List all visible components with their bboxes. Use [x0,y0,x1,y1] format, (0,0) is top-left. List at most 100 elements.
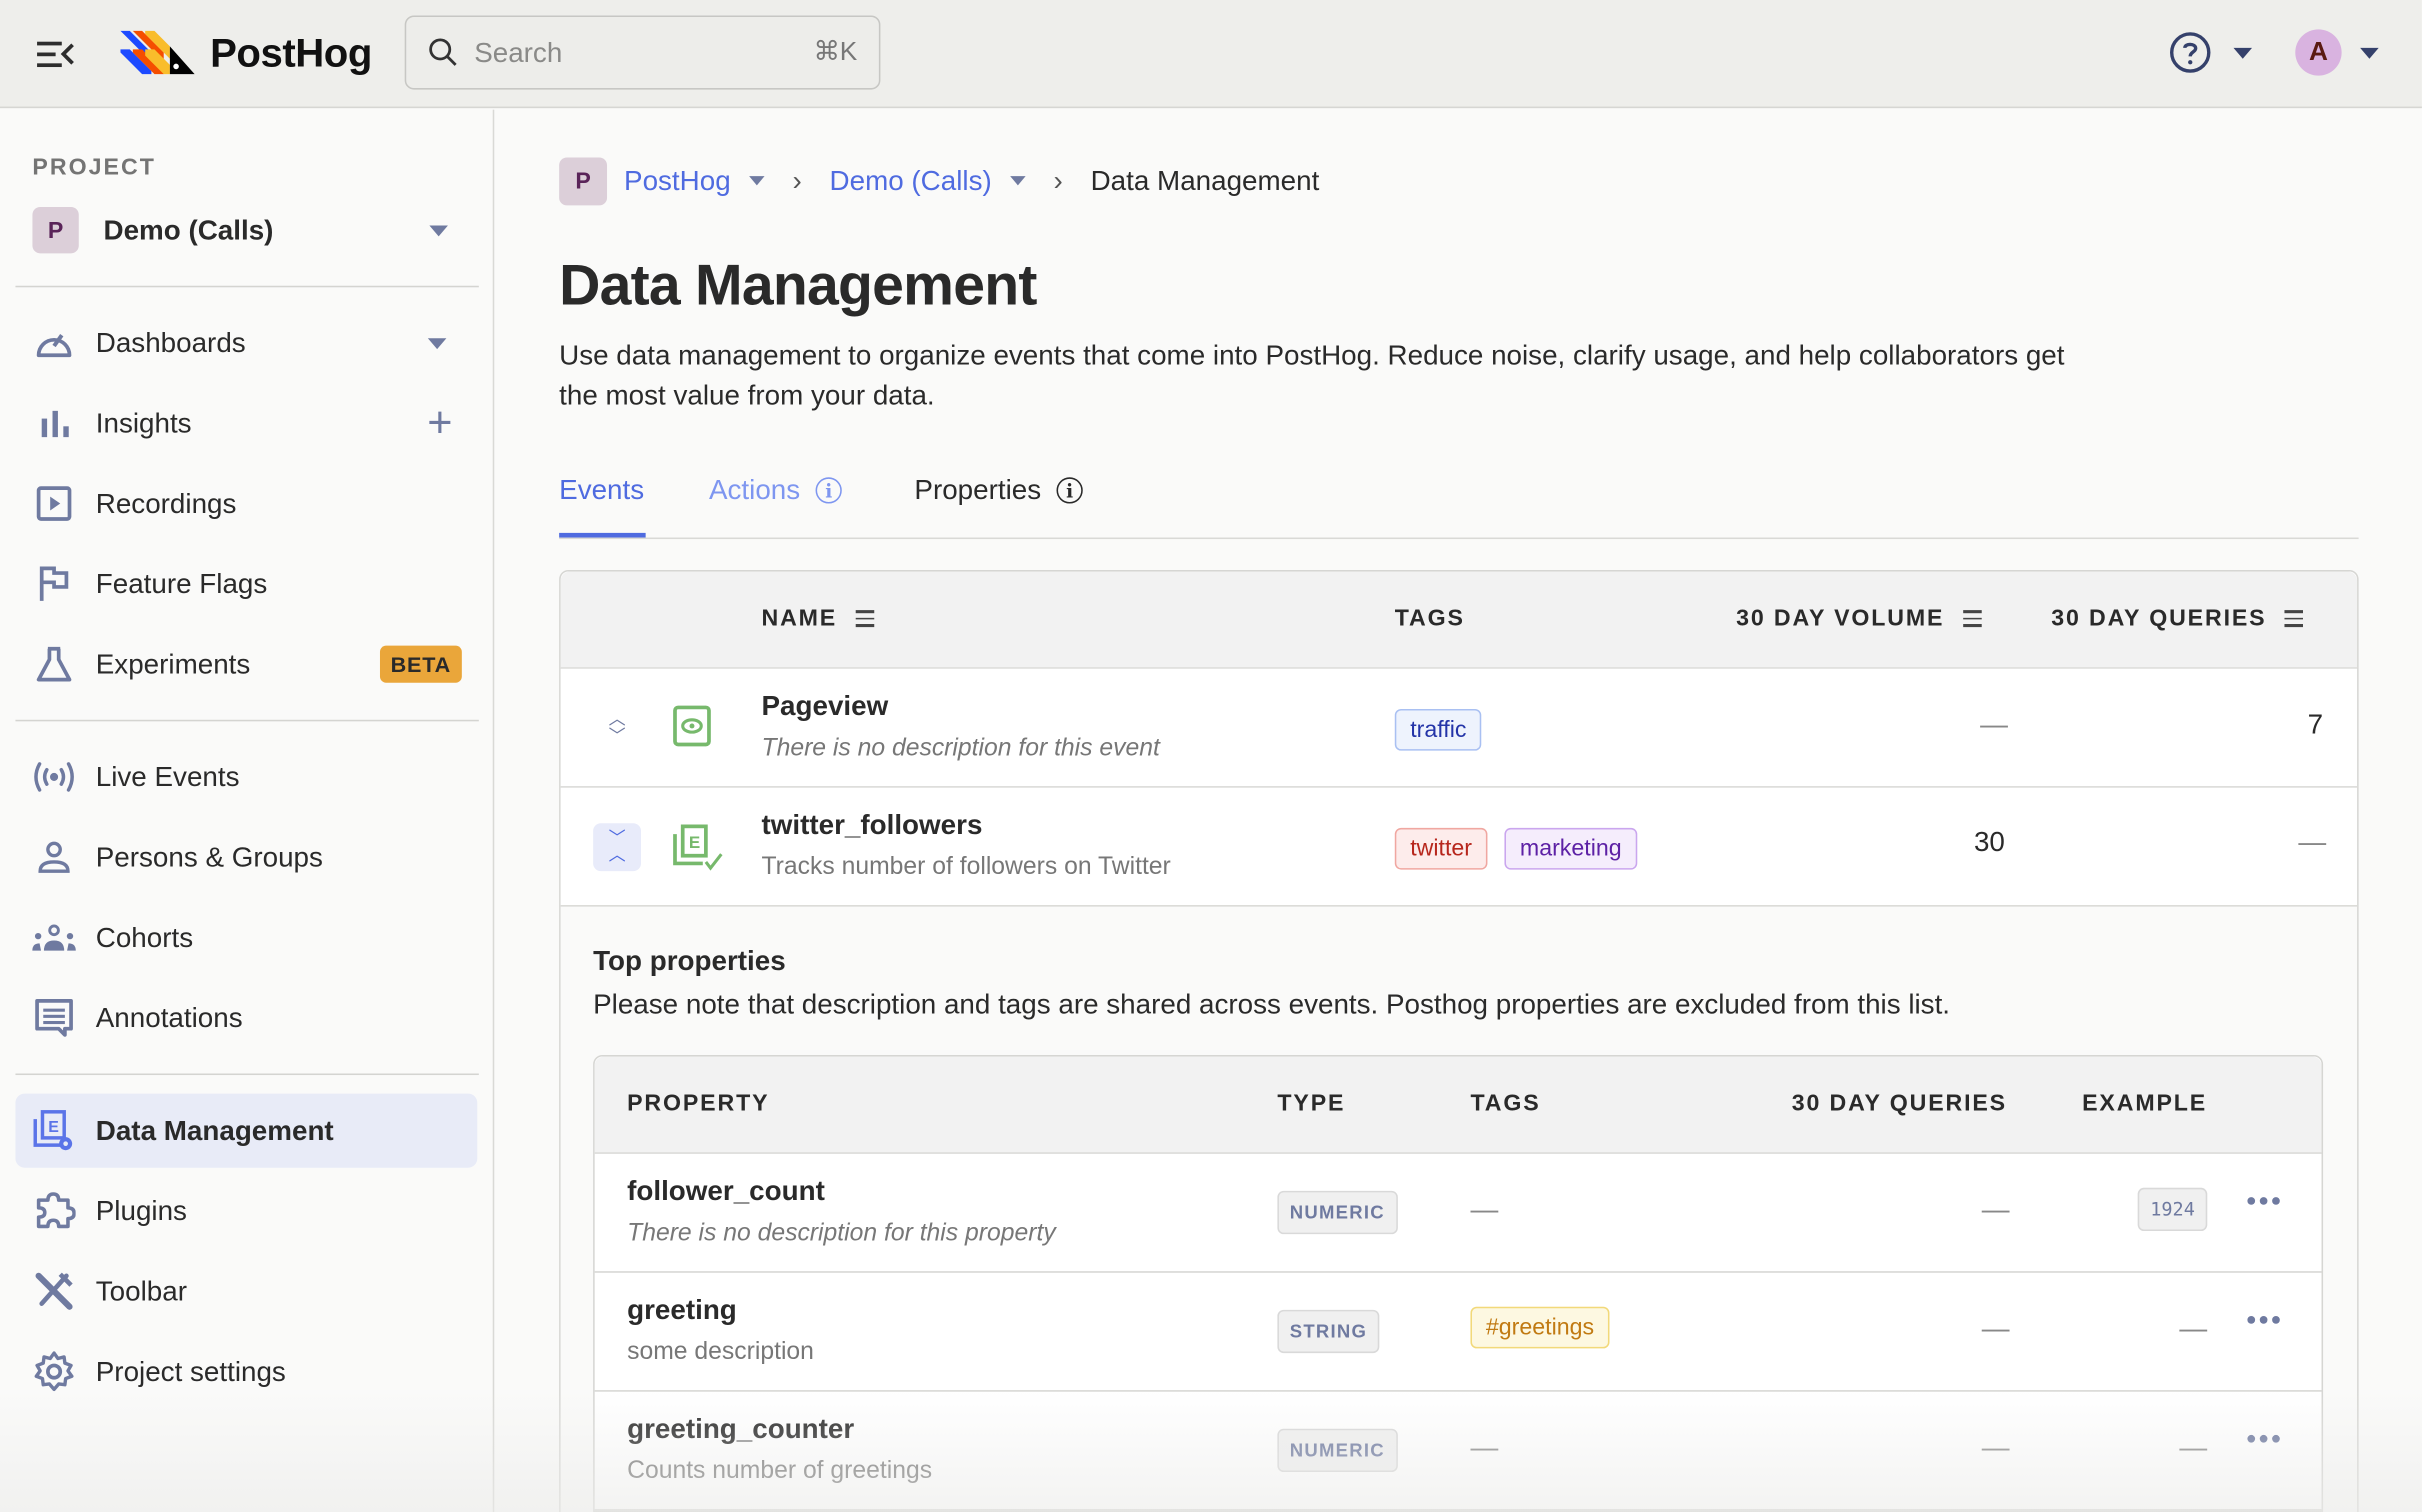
chevron-down-icon [2360,47,2379,58]
sidebar-divider [15,1073,479,1076]
sort-icon[interactable] [2285,610,2304,627]
sidebar-item-cohorts[interactable]: Cohorts [15,901,477,975]
empty-dash: — [1470,1193,1499,1225]
property-type-badge: NUMERIC [1277,1428,1398,1473]
account-menu-button[interactable]: A [2295,29,2379,76]
tools-icon [31,1268,77,1314]
top-properties-note: Please note that description and tags ar… [593,988,1951,1020]
property-tags: — [1470,1432,1498,1467]
property-tags: #greetings [1470,1306,1610,1349]
flag-icon [31,561,77,607]
tag[interactable]: #greetings [1470,1306,1610,1349]
chevron-down-icon[interactable] [749,176,765,186]
expand-row-button[interactable]: ︿ ﹀ [593,704,641,752]
search-icon [429,38,457,66]
more-actions-button[interactable] [2247,1197,2280,1205]
posthog-hedgehog-icon [120,30,195,75]
column-header-name[interactable]: NAME [761,605,875,632]
app-window: PostHog Search ⌘K A PROJECT P Demo (Call… [0,0,2422,1512]
event-tags: twitter marketing [1394,827,1638,870]
custom-event-icon: E [672,823,725,880]
help-menu-button[interactable] [2169,31,2253,74]
sidebar-item-recordings[interactable]: Recordings [15,466,477,540]
chevron-down-icon[interactable] [427,337,447,349]
breadcrumb-org-link[interactable]: PostHog [624,164,731,196]
property-name[interactable]: greeting [627,1294,737,1326]
chevron-down-icon[interactable] [1010,176,1026,186]
tab-events[interactable]: Events [559,474,644,506]
breadcrumb-current: Data Management [1090,164,1320,196]
column-label: NAME [761,605,838,632]
sidebar-item-label: Insights [95,407,192,438]
column-label: 30 DAY QUERIES [2051,605,2267,632]
breadcrumb-project-link[interactable]: Demo (Calls) [830,164,992,196]
event-tags: traffic [1394,708,1482,751]
tab-properties[interactable]: Properties i [914,474,1083,506]
property-name[interactable]: follower_count [627,1175,825,1207]
chevron-up-icon: ︿ [608,709,626,729]
sidebar: PROJECT P Demo (Calls) Dashboards Insigh… [0,109,495,1512]
top-bar: PostHog Search ⌘K A [0,0,2422,109]
tab-label: Actions [708,474,801,506]
page-description: Use data management to organize events t… [559,339,2065,411]
column-header-queries[interactable]: 30 DAY QUERIES [2051,605,2304,632]
sort-icon[interactable] [1962,610,1982,627]
property-description: Counts number of greetings [627,1458,933,1485]
collapse-row-button[interactable]: ﹀ ︿ [593,823,642,872]
more-actions-button[interactable] [2247,1315,2280,1324]
property-type-badge: STRING [1277,1309,1380,1354]
sidebar-item-insights[interactable]: Insights + [15,386,477,460]
sidebar-item-experiments[interactable]: Experiments BETA [15,627,477,701]
table-row: ︿ ﹀ Pageview There is no description for… [560,668,2358,788]
property-description: There is no description for this propert… [627,1220,1056,1247]
event-name[interactable]: twitter_followers [761,809,982,841]
event-volume: — [1980,708,2008,740]
new-insight-plus-icon[interactable]: + [427,401,452,445]
column-header-volume[interactable]: 30 DAY VOLUME [1736,605,1982,632]
property-queries: — [1981,1193,2010,1225]
sidebar-item-data-management[interactable]: E Data Management [15,1093,478,1168]
column-header-tags: TAGS [1395,605,1465,631]
property-name[interactable]: greeting_counter [627,1413,854,1445]
flask-icon [31,641,77,687]
posthog-logo[interactable]: PostHog [117,28,372,77]
sidebar-item-annotations[interactable]: Annotations [15,981,477,1055]
property-queries: — [1981,1431,2010,1463]
brand-name: PostHog [210,28,372,75]
sort-icon[interactable] [855,610,875,627]
table-row: follower_count There is no description f… [594,1154,2322,1273]
more-actions-button[interactable] [2247,1434,2280,1443]
chevron-down-icon [429,224,448,236]
sidebar-item-dashboards[interactable]: Dashboards [15,306,477,380]
event-queries: — [2298,826,2327,858]
tag[interactable]: twitter [1394,827,1488,870]
sidebar-item-label: Cohorts [95,921,194,953]
puzzle-icon [31,1188,77,1234]
sidebar-item-plugins[interactable]: Plugins [15,1174,477,1248]
tag[interactable]: traffic [1394,708,1482,751]
event-volume: 30 [1973,826,2005,858]
gear-icon [31,1348,77,1394]
collapse-sidebar-button[interactable] [34,34,77,74]
info-icon[interactable]: i [1056,477,1083,504]
search-input[interactable]: Search ⌘K [404,15,881,90]
sidebar-item-label: Recordings [95,487,237,519]
tab-actions[interactable]: Actions i [709,474,842,506]
sidebar-item-toolbar[interactable]: Toolbar [15,1254,477,1328]
sidebar-item-label: Live Events [95,760,240,792]
column-label: 30 DAY VOLUME [1736,605,1945,632]
sidebar-item-persons-groups[interactable]: Persons & Groups [15,820,477,894]
tag[interactable]: marketing [1504,827,1638,870]
sidebar-item-live-events[interactable]: Live Events [15,740,477,814]
breadcrumb-separator-icon: › [1053,164,1063,196]
event-name[interactable]: Pageview [761,690,888,722]
svg-text:E: E [689,833,700,852]
org-badge: P [559,156,608,205]
project-switcher[interactable]: P Demo (Calls) [15,199,478,261]
sidebar-item-project-settings[interactable]: Project settings [15,1335,477,1409]
sidebar-item-feature-flags[interactable]: Feature Flags [15,547,477,621]
sidebar-item-label: Persons & Groups [95,841,323,872]
event-description: There is no description for this event [761,735,1160,762]
sidebar-item-label: Project settings [95,1355,286,1387]
info-icon[interactable]: i [815,477,842,504]
